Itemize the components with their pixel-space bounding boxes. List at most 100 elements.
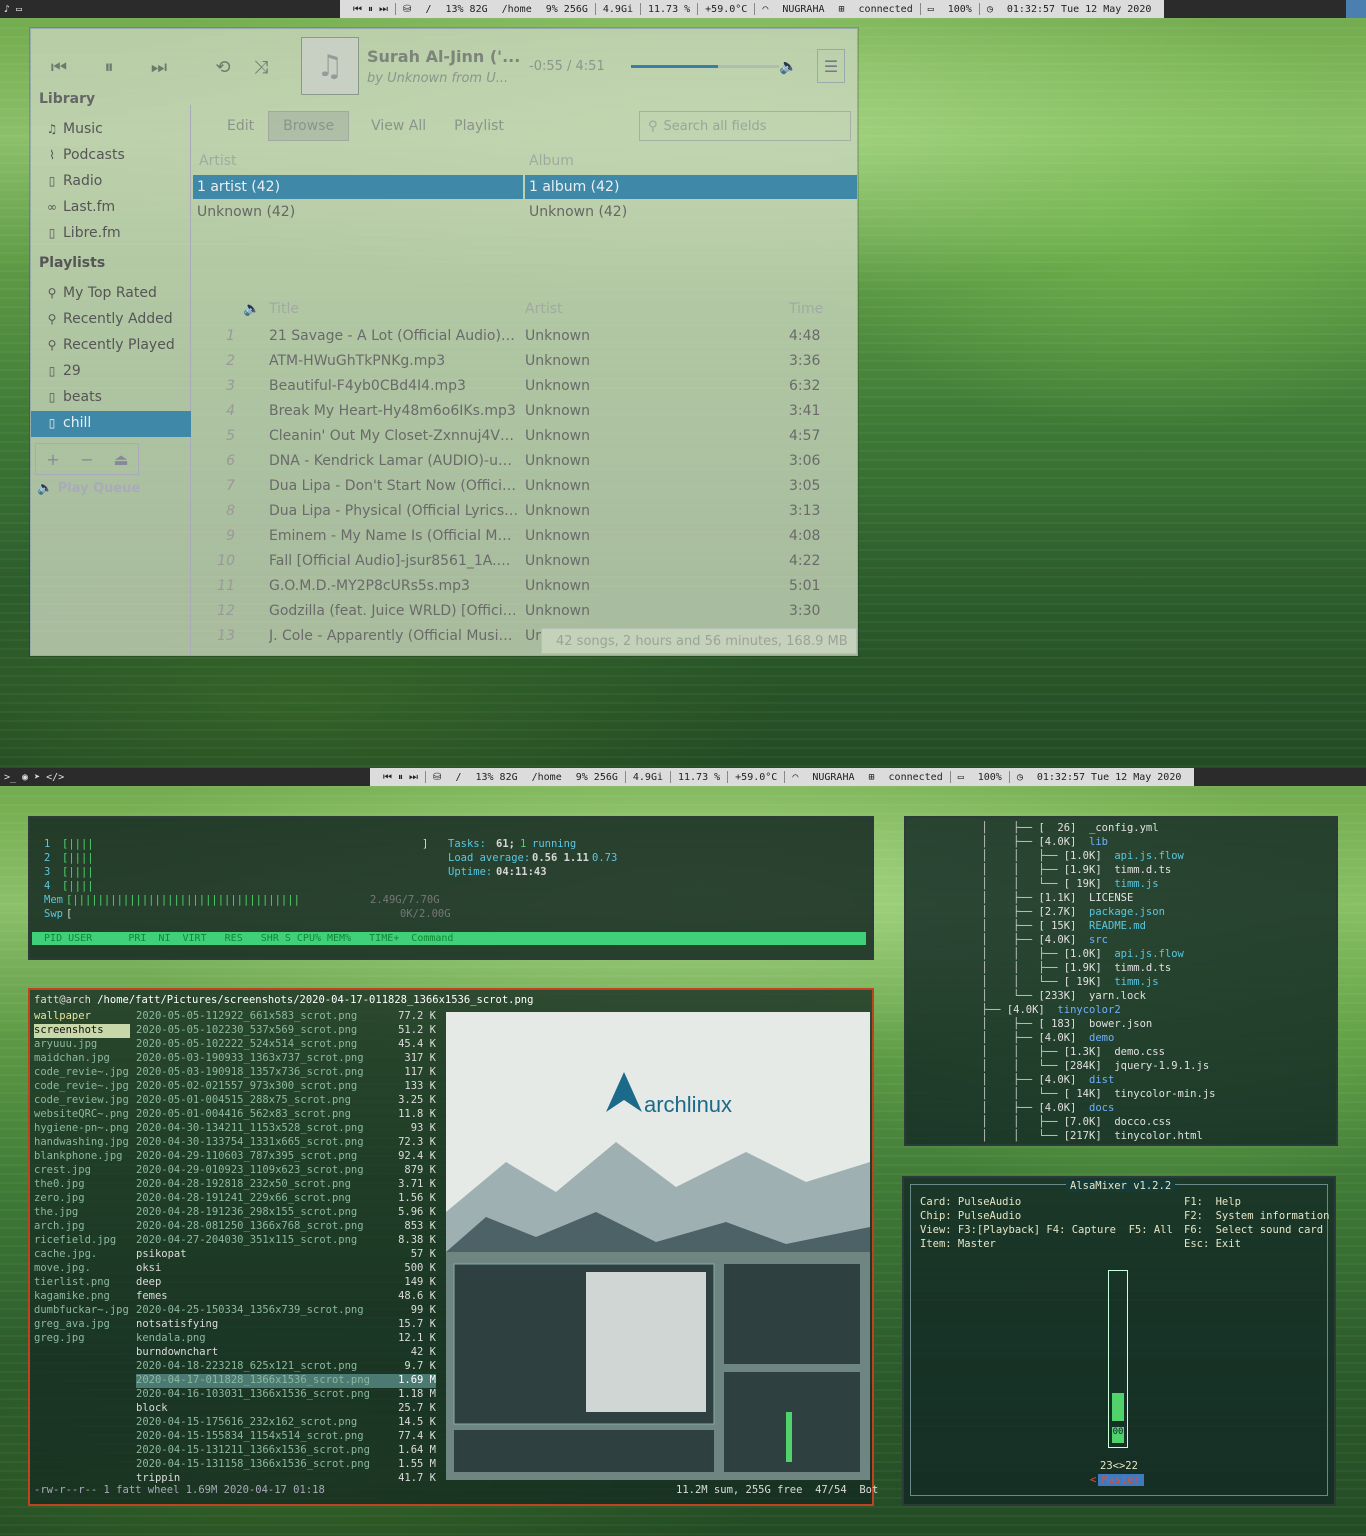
table-row[interactable]: 2 ATM-HWuGhTkPNKg.mp3 Unknown 3:36 [191,353,857,378]
file-entry[interactable]: 2020-04-15-155834_1154x514_scrot.png 77.4… [136,1430,436,1444]
file-entry[interactable]: 2020-05-01-004416_562x83_scrot.png 11.8 K [136,1108,436,1122]
playlist-beats[interactable]: ▯ beats [45,389,102,405]
file-entry[interactable]: 2020-04-15-131211_1366x1536_scrot.png 1.6… [136,1444,436,1458]
remove-playlist-button[interactable]: − [70,444,104,474]
file-entry[interactable]: 2020-04-25-150334_1356x739_scrot.png 99 K [136,1304,436,1318]
play-queue[interactable]: 🔈 Play Queue [37,481,140,496]
sidebar-item-lastfm[interactable]: ∞ Last.fm [45,199,115,215]
artist-header[interactable]: Artist [525,301,615,317]
parent-entry[interactable]: kagamike.png [34,1290,130,1304]
artist-item[interactable]: 1 artist (42) [193,175,523,199]
file-entry[interactable]: femes 48.6 K [136,1290,436,1304]
table-row[interactable]: 5 Cleanin' Out My Closet-Zxnnuj4Vp_... Unk… [191,428,857,453]
seek-bar[interactable] [631,65,718,68]
album-art[interactable]: ♫ [301,37,359,95]
monitor-icon[interactable]: ▭ [16,4,22,15]
title-header[interactable]: Title [269,301,519,317]
file-entry[interactable]: 2020-05-05-112922_661x583_scrot.png 77.2 … [136,1010,436,1024]
file-entry[interactable]: oksi 500 K [136,1262,436,1276]
file-entry[interactable]: 2020-05-05-102230_537x569_scrot.png 51.2 … [136,1024,436,1038]
file-entry[interactable]: burndownchart 42 K [136,1346,436,1360]
pause-button[interactable]: ⏸ [87,45,131,89]
seek-bar-track[interactable] [718,65,779,68]
parent-entry[interactable]: code_review.jpg [34,1094,130,1108]
table-row[interactable]: 10 Fall [Official Audio]-jsur8561_1A.mp3 U… [191,553,857,578]
playlist-recently-played[interactable]: ⚲ Recently Played [45,337,175,353]
parent-entry[interactable]: the0.jpg [34,1178,130,1192]
artist-item[interactable]: Unknown (42) [193,200,295,224]
parent-entry[interactable]: aryuuu.jpg [34,1038,130,1052]
table-row[interactable]: 12 Godzilla (feat. Juice WRLD) [Official … [191,603,857,628]
parent-entry[interactable]: crest.jpg [34,1164,130,1178]
parent-entry[interactable]: dumbfuckar~.jpg [34,1304,130,1318]
file-entry[interactable]: 2020-04-27-204030_351x115_scrot.png 8.38 … [136,1234,436,1248]
file-entry[interactable]: 2020-05-03-190933_1363x737_scrot.png 317 … [136,1052,436,1066]
file-entry[interactable]: 2020-04-28-191236_298x155_scrot.png 5.96 … [136,1206,436,1220]
next-button[interactable]: ⏭ [137,45,181,89]
table-row[interactable]: 4 Break My Heart-Hy48m6o6IKs.mp3 Unknown 3:… [191,403,857,428]
add-playlist-button[interactable]: + [36,444,70,474]
file-entry[interactable]: 2020-04-30-134211_1153x528_scrot.png 93 K [136,1122,436,1136]
artist-column-header[interactable]: Artist [199,153,237,169]
file-entry[interactable]: 2020-04-28-081250_1366x768_scrot.png 853 … [136,1220,436,1234]
parent-entry[interactable]: hygiene-pn~.png [34,1122,130,1136]
playlist-my-top-rated[interactable]: ⚲ My Top Rated [45,285,157,301]
parent-entry[interactable]: code_revie~.jpg [34,1066,130,1080]
file-entry[interactable]: 2020-04-28-192818_232x50_scrot.png 3.71 K [136,1178,436,1192]
parent-entry[interactable]: the.jpg [34,1206,130,1220]
tab-edit[interactable]: Edit [213,111,268,141]
table-row[interactable]: 7 Dua Lipa - Don't Start Now (Official ..… [191,478,857,503]
parent-entry[interactable]: wallpaper [34,1010,130,1024]
telegram-icon[interactable]: ➤ [34,772,40,783]
sidebar-item-podcasts[interactable]: ⌇ Podcasts [45,147,125,163]
parent-entry[interactable]: handwashing.jpg [34,1136,130,1150]
parent-entry[interactable]: ricefield.jpg [34,1234,130,1248]
volume-slider[interactable]: 00 [1108,1270,1128,1448]
tray-icon[interactable] [1346,0,1366,18]
tree-terminal[interactable]: │ ├── [ 26] _config.yml │ ├── [4.0K] lib… [904,816,1338,1146]
playlist-29[interactable]: ▯ 29 [45,363,81,379]
file-entry[interactable]: 2020-04-17-011828_1366x1536_scrot.png 1.6… [136,1374,436,1388]
media-controls[interactable]: ⏮ ⏸ ⏭ [346,4,395,15]
shuffle-button[interactable]: ⤨ [239,45,283,89]
table-row[interactable]: 1 21 Savage - A Lot (Official Audio)-Vb..… [191,328,857,353]
browser-icon[interactable]: ◉ [22,772,28,783]
table-row[interactable]: 11 G.O.M.D.-MY2P8cURs5s.mp3 Unknown 5:01 [191,578,857,603]
file-entry[interactable]: kendala.png 12.1 K [136,1332,436,1346]
file-entry[interactable]: 2020-04-30-133754_1331x665_scrot.png 72.3… [136,1136,436,1150]
previous-button[interactable]: ⏮ [37,45,81,89]
file-entry[interactable]: 2020-04-15-131158_1366x1536_scrot.png 1.5… [136,1458,436,1472]
alsamixer-terminal[interactable]: AlsaMixer v1.2.2 Card: PulseAudio Chip: … [902,1176,1336,1506]
file-entry[interactable]: 2020-05-03-190918_1357x736_scrot.png 117 … [136,1066,436,1080]
file-entry[interactable]: 2020-04-16-103031_1366x1536_scrot.png 1.1… [136,1388,436,1402]
playlist-recently-added[interactable]: ⚲ Recently Added [45,311,173,327]
parent-entry[interactable]: websiteQRC~.png [34,1108,130,1122]
table-row[interactable]: 3 Beautiful-F4yb0CBd4I4.mp3 Unknown 6:32 [191,378,857,403]
media-controls[interactable]: ⏮ ⏸ ⏭ [376,772,425,783]
sidebar-item-librefm[interactable]: ▯ Libre.fm [45,225,121,241]
table-row[interactable]: 8 Dua Lipa - Physical (Official Lyrics V.… [191,503,857,528]
file-entry[interactable]: 2020-05-02-021557_973x300_scrot.png 133 K [136,1080,436,1094]
eject-button[interactable]: ⏏ [104,444,138,474]
code-icon[interactable]: </> [46,772,64,783]
search-input[interactable]: ⚲ Search all fields [639,111,851,141]
menu-button[interactable]: ☰ [817,49,845,83]
file-entry[interactable]: notsatisfying 15.7 K [136,1318,436,1332]
album-item[interactable]: 1 album (42) [525,175,857,199]
sidebar-item-radio[interactable]: ▯ Radio [45,173,103,189]
table-row[interactable]: 9 Eminem - My Name Is (Official Mus... Unk… [191,528,857,553]
music-icon[interactable]: ♪ [4,4,10,15]
parent-entry[interactable]: code_revie~.jpg [34,1080,130,1094]
time-header[interactable]: Time [789,301,829,317]
file-entry[interactable]: 2020-04-28-191241_229x66_scrot.png 1.56 K [136,1192,436,1206]
parent-entry[interactable]: zero.jpg [34,1192,130,1206]
volume-icon[interactable]: 🔈 [779,57,798,75]
parent-entry[interactable]: screenshots [34,1024,130,1038]
channel-name[interactable]: Master [1098,1474,1144,1486]
parent-entry[interactable]: maidchan.jpg [34,1052,130,1066]
file-entry[interactable]: block 25.7 K [136,1402,436,1416]
file-entry[interactable]: 2020-04-18-223218_625x121_scrot.png 9.7 K [136,1360,436,1374]
parent-entry[interactable]: arch.jpg [34,1220,130,1234]
tab-view-all[interactable]: View All [357,111,440,141]
parent-entry[interactable]: move.jpg. [34,1262,130,1276]
